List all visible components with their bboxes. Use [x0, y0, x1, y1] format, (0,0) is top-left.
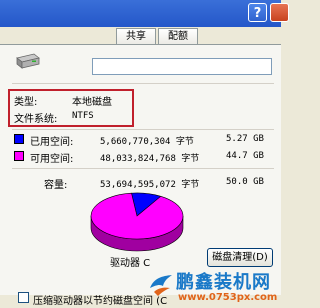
free-space-bytes: 48,033,824,768 字节: [100, 154, 200, 164]
disk-usage-pie-chart: [90, 192, 184, 252]
filesystem-value: NTFS: [72, 111, 94, 121]
capacity-label: 容量:: [44, 180, 68, 191]
capacity-gb: 50.0 GB: [226, 177, 264, 187]
used-space-swatch: [14, 134, 24, 144]
type-value: 本地磁盘: [72, 97, 112, 108]
drive-label: 驱动器 C: [110, 258, 151, 269]
tab-strip: 共享 配额: [0, 27, 281, 45]
tab-sharing[interactable]: 共享: [116, 28, 156, 44]
type-label: 类型:: [14, 97, 38, 108]
capacity-bytes: 53,694,595,072 字节: [100, 180, 200, 190]
divider: [12, 129, 274, 130]
free-space-swatch: [14, 151, 24, 161]
free-space-gb: 44.7 GB: [226, 151, 264, 161]
title-bar: [0, 0, 281, 27]
free-space-label: 可用空间:: [30, 154, 74, 165]
volume-name-input[interactable]: [92, 58, 272, 75]
close-button[interactable]: [270, 3, 289, 22]
divider: [12, 83, 274, 84]
filesystem-label: 文件系统:: [14, 114, 58, 125]
divider: [12, 168, 274, 169]
disk-cleanup-button[interactable]: 磁盘清理(D): [207, 248, 273, 267]
tab-quota[interactable]: 配额: [158, 28, 198, 44]
eagle-logo-icon: [150, 275, 172, 296]
used-space-bytes: 5,660,770,304 字节: [100, 137, 194, 147]
hard-drive-icon: [16, 53, 40, 69]
help-button[interactable]: ?: [248, 3, 267, 22]
compress-drive-checkbox[interactable]: [18, 292, 29, 303]
compress-drive-label: 压缩驱动器以节约磁盘空间 (C: [33, 296, 168, 307]
used-space-label: 已用空间:: [30, 137, 74, 148]
watermark-title: 鹏鑫装机网: [176, 272, 271, 293]
used-space-gb: 5.27 GB: [226, 134, 264, 144]
watermark-url: www.0753px.com: [178, 292, 278, 303]
